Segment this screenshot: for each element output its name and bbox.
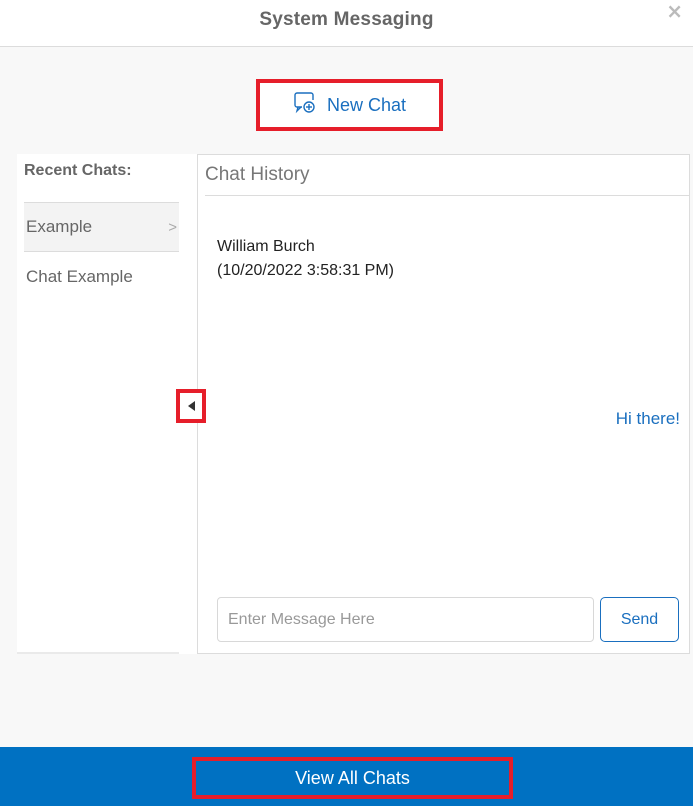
recent-chat-label: Chat Example xyxy=(26,267,133,286)
new-chat-highlight: New Chat xyxy=(256,79,443,131)
recent-chat-label: Example xyxy=(26,217,93,236)
new-chat-label: New Chat xyxy=(326,94,407,115)
recent-chat-item[interactable]: Example > xyxy=(24,202,179,252)
view-all-chats-button[interactable]: View All Chats xyxy=(196,761,509,795)
message-sender: William Burch xyxy=(217,238,315,255)
close-icon[interactable]: × xyxy=(666,0,683,22)
chat-add-icon xyxy=(293,91,317,119)
chat-history-panel: Chat History William Burch (10/20/2022 3… xyxy=(197,154,690,654)
recent-chats-list: Example > Chat Example xyxy=(24,202,179,302)
divider xyxy=(17,652,179,654)
new-chat-button[interactable]: New Chat xyxy=(260,83,439,127)
chevron-right-icon: > xyxy=(168,218,177,236)
dialog-footer: View All Chats xyxy=(0,747,693,806)
caret-left-icon xyxy=(187,401,195,411)
outgoing-message: Hi there! xyxy=(615,409,680,428)
message-input[interactable] xyxy=(217,597,594,642)
message-timestamp: (10/20/2022 3:58:31 PM) xyxy=(217,262,395,279)
view-all-highlight: View All Chats xyxy=(192,757,513,799)
recent-chats-title: Recent Chats: xyxy=(24,162,132,179)
chat-history-title: Chat History xyxy=(205,164,310,185)
divider xyxy=(205,195,689,196)
send-button[interactable]: Send xyxy=(600,597,679,642)
incoming-message: William Burch (10/20/2022 3:58:31 PM) xyxy=(217,235,394,283)
dialog-title: System Messaging xyxy=(259,9,434,30)
collapse-panel-toggle[interactable] xyxy=(176,389,206,423)
recent-chat-item[interactable]: Chat Example xyxy=(24,252,179,302)
recent-chats-panel: Recent Chats: Example > Chat Example xyxy=(17,154,197,654)
dialog-header: System Messaging × xyxy=(0,0,693,47)
